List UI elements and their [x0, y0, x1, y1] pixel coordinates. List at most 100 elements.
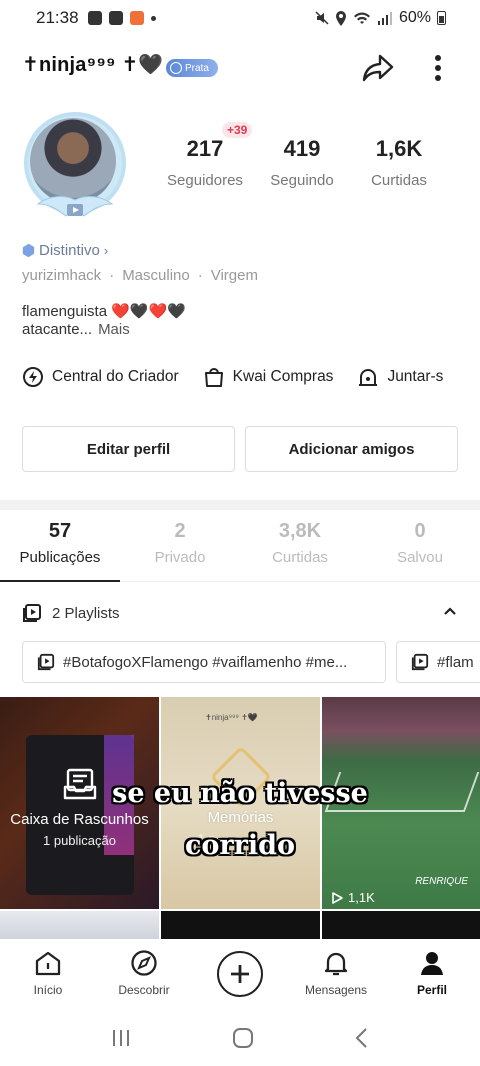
bio-text: atacante...: [22, 321, 93, 338]
share-button[interactable]: [360, 50, 396, 86]
nav-label: Início: [33, 983, 63, 997]
nav-perfil[interactable]: Perfil: [384, 939, 480, 1009]
post-tile[interactable]: [322, 911, 480, 939]
tab-count: 2: [174, 520, 186, 542]
more-vertical-icon: [435, 55, 441, 81]
tab-label: Privado: [154, 549, 206, 566]
badge-label: Prata: [185, 62, 209, 74]
bell-icon: [324, 952, 348, 976]
more-options-button[interactable]: [420, 50, 456, 86]
playlist-chip[interactable]: #flam: [396, 641, 480, 683]
username: ✝ninja⁹⁹⁹ ✝🖤: [22, 54, 164, 76]
creator-center-link[interactable]: Central do Criador: [22, 366, 179, 388]
compass-icon: [131, 950, 157, 976]
quick-link-label: Central do Criador: [52, 368, 179, 385]
stat-value: 1,6K: [375, 136, 423, 161]
tab-publicacoes[interactable]: 57 Publicações: [0, 520, 120, 582]
playlist-icon: [23, 604, 41, 622]
bolt-circle-icon: [23, 367, 43, 387]
shopping-bag-icon: [204, 368, 223, 387]
profile-gender: Masculino: [122, 267, 190, 284]
back-icon[interactable]: [354, 1027, 370, 1049]
stat-followers[interactable]: 217 Seguidores: [150, 136, 260, 189]
video-brand: RENRIQUE: [415, 876, 468, 887]
profile-header: ✝ninja⁹⁹⁹ ✝🖤 Prata: [0, 44, 480, 92]
caption-line: corrido: [184, 830, 296, 861]
add-friends-button[interactable]: Adicionar amigos: [245, 426, 458, 472]
tab-salvou[interactable]: 0 Salvou: [360, 520, 480, 581]
nav-label: Descobrir: [118, 983, 170, 997]
tab-count: 0: [414, 520, 426, 542]
kwai-shop-link[interactable]: Kwai Compras: [203, 366, 333, 388]
join-link[interactable]: Juntar-s: [357, 366, 443, 388]
meta-separator: ·: [197, 267, 203, 284]
tab-count: 3,8K: [278, 520, 322, 542]
playlist-name: #flam: [437, 653, 474, 671]
post-tile[interactable]: [161, 911, 320, 939]
avatar[interactable]: [22, 110, 128, 222]
create-button[interactable]: [217, 951, 263, 997]
tab-label: Publicações: [19, 549, 101, 566]
notification-icon: [108, 11, 123, 25]
stat-label: Curtidas: [371, 172, 427, 189]
playlist-icon: [37, 653, 55, 671]
video-caption-overlay: se eu não tivesse corrido: [0, 768, 480, 872]
profile-sign: Virgem: [210, 267, 258, 284]
play-icon: [332, 891, 343, 904]
bio-more-link[interactable]: Mais: [98, 321, 130, 338]
stat-value: 419: [283, 136, 321, 161]
tab-curtidas[interactable]: 3,8K Curtidas: [240, 520, 360, 581]
chevron-right-icon: ›: [103, 243, 109, 258]
nav-create[interactable]: [192, 939, 288, 1009]
profile-meta: yurizimhack · Masculino · Virgem: [22, 267, 258, 284]
stat-value: 217: [186, 136, 224, 161]
more-notifications-icon: [150, 15, 156, 21]
badge-icon: [170, 62, 182, 74]
stat-following[interactable]: 419 Seguindo: [260, 136, 344, 189]
avatar-wings-icon: [36, 196, 114, 217]
status-bar: 21:38 60%: [0, 0, 480, 36]
location-icon: [335, 10, 346, 26]
profile-id: yurizimhack: [22, 267, 102, 284]
mute-icon: [315, 11, 329, 25]
recent-apps-icon[interactable]: [110, 1028, 132, 1048]
home-outline-icon: [35, 951, 61, 976]
home-icon: [359, 369, 378, 386]
quick-link-label: Juntar-s: [387, 368, 444, 385]
content-tabs: 57 Publicações 2 Privado 3,8K Curtidas 0…: [0, 520, 480, 582]
bio-line: flamenguista ❤️🖤❤️🖤: [22, 303, 186, 320]
nav-mensagens[interactable]: Mensagens: [288, 939, 384, 1009]
post-tile[interactable]: [0, 911, 159, 939]
signal-icon: [377, 12, 392, 25]
nav-label: Perfil: [416, 983, 447, 997]
battery-percent: 60%: [398, 9, 431, 26]
bio-line: atacante... Mais: [22, 321, 130, 338]
stat-label: Seguindo: [270, 172, 334, 189]
tab-label: Salvou: [397, 549, 443, 566]
nav-descobrir[interactable]: Descobrir: [96, 939, 192, 1009]
chevron-up-icon[interactable]: [442, 603, 458, 619]
section-divider: [0, 500, 480, 510]
tab-privado[interactable]: 2 Privado: [120, 520, 240, 581]
playlists-header[interactable]: 2 Playlists: [22, 600, 458, 626]
stat-likes[interactable]: 1,6K Curtidas: [344, 136, 454, 189]
wifi-icon: [353, 12, 370, 24]
playlist-icon: [411, 653, 429, 671]
share-arrow-icon: [362, 54, 394, 82]
quick-links: Central do Criador Kwai Compras Juntar-s: [22, 364, 480, 390]
video-views: 1,1K: [330, 890, 375, 905]
distintivo-label: Distintivo: [39, 242, 100, 259]
avatar-image: [30, 118, 116, 204]
battery-icon: [437, 11, 446, 25]
caption-line: se eu não tivesse: [112, 778, 368, 809]
distintivo-link[interactable]: Distintivo ›: [22, 242, 108, 259]
edit-profile-button[interactable]: Editar perfil: [22, 426, 235, 472]
home-button-icon[interactable]: [232, 1027, 254, 1049]
nav-inicio[interactable]: Início: [0, 939, 96, 1009]
stat-label: Seguidores: [167, 172, 243, 189]
system-navigation-bar: [0, 1009, 480, 1066]
status-time: 21:38: [36, 8, 79, 27]
nav-label: Mensagens: [304, 983, 368, 997]
level-badge[interactable]: Prata: [166, 59, 218, 77]
playlist-chip[interactable]: #BotafogoXFlamengo #vaiflamenho #me...: [22, 641, 386, 683]
